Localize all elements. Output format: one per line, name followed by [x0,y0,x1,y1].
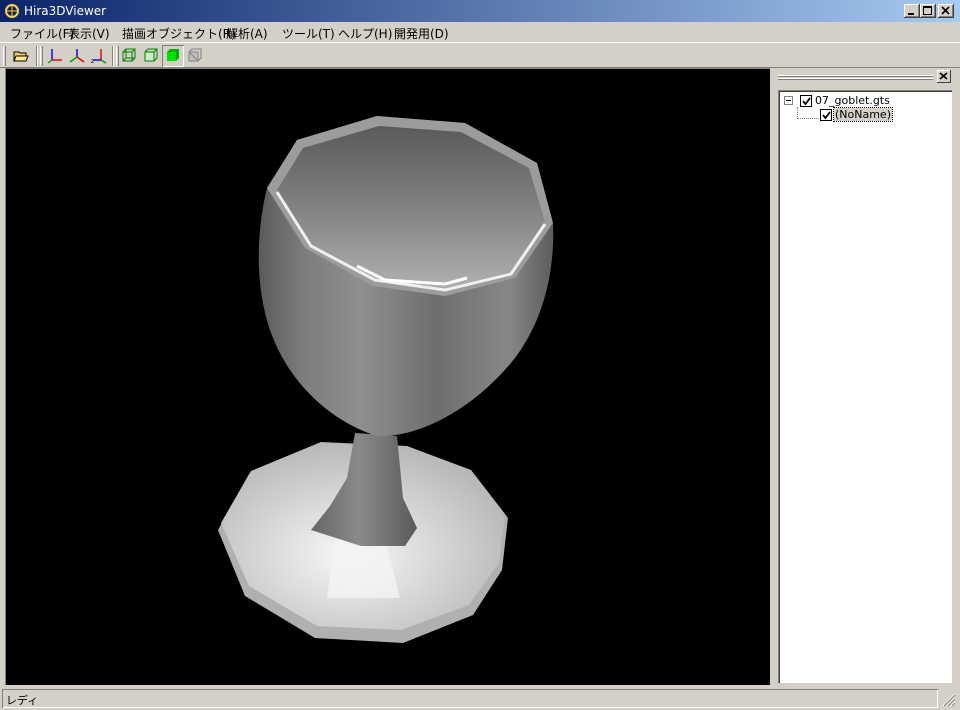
axis-xy-icon [47,49,62,64]
child-checkbox[interactable] [820,109,832,121]
menu-analysis[interactable]: 解析(A) [226,25,268,42]
menu-developer[interactable]: 開発用(D) [394,25,449,42]
3d-viewport[interactable] [5,68,770,685]
menu-render-object[interactable]: 描画オブジェクト(R) [122,25,236,42]
wireframe-button[interactable] [118,45,140,67]
toolbar-separator [36,46,38,66]
svg-text:z: z [91,58,94,64]
toolbar-separator-2 [112,46,114,66]
toolbar-grip-2[interactable] [40,46,43,66]
open-folder-button[interactable] [10,45,32,67]
panel-grip-2[interactable] [778,78,933,80]
view-axis-xyz-button[interactable] [66,45,88,67]
menu-help[interactable]: ヘルプ(H) [338,25,392,42]
check-icon [822,111,831,120]
close-button[interactable] [938,4,954,18]
hidden-line-icon [144,48,158,62]
view-axis-xy-button[interactable] [44,45,66,67]
tree-label-root[interactable]: 07_goblet.gts [815,94,890,107]
status-text: レディ [6,694,39,707]
goblet-model [218,116,554,643]
disabled-view-icon [188,48,202,62]
object-tree-panel: 07_goblet.gts (NoName) [775,68,955,685]
panel-close-button[interactable] [937,70,951,83]
app-icon[interactable] [4,3,20,19]
panel-header[interactable] [775,68,955,88]
disabled-view-button[interactable] [184,45,206,67]
toolbar: z [0,42,960,68]
menu-tools[interactable]: ツール(T) [282,25,335,42]
tree-item-root[interactable]: 07_goblet.gts [778,94,948,108]
title-bar[interactable]: Hira3DViewer [0,0,960,22]
object-tree[interactable]: 07_goblet.gts (NoName) [778,90,952,683]
status-bar: レディ [0,687,960,710]
solid-shaded-icon [167,49,179,61]
maximize-button[interactable] [920,4,936,18]
tree-label-child[interactable]: (NoName) [833,107,893,122]
menu-file[interactable]: ファイル(F) [10,25,74,42]
axis-xyz-icon [69,49,85,63]
panel-grip[interactable] [778,75,933,77]
window-title: Hira3DViewer [24,4,107,18]
root-checkbox[interactable] [800,95,812,107]
wireframe-icon [122,48,136,62]
status-pane: レディ [2,689,938,708]
tree-item-child[interactable]: (NoName) [778,107,948,122]
open-folder-icon [13,51,29,62]
hidden-line-button[interactable] [140,45,162,67]
axis-zy-icon: z [91,49,107,64]
check-icon [802,97,811,106]
menu-bar: ファイル(F) 表示(V) 描画オブジェクト(R) 解析(A) ツール(T) ヘ… [0,22,960,42]
view-axis-zy-button[interactable]: z [88,45,110,67]
menu-view[interactable]: 表示(V) [68,25,110,42]
collapse-toggle[interactable] [784,96,793,105]
resize-grip-icon[interactable] [940,691,956,707]
close-icon [939,72,948,80]
minimize-button[interactable] [904,4,920,18]
toolbar-grip[interactable] [3,46,6,66]
solid-shaded-button[interactable] [162,45,184,67]
